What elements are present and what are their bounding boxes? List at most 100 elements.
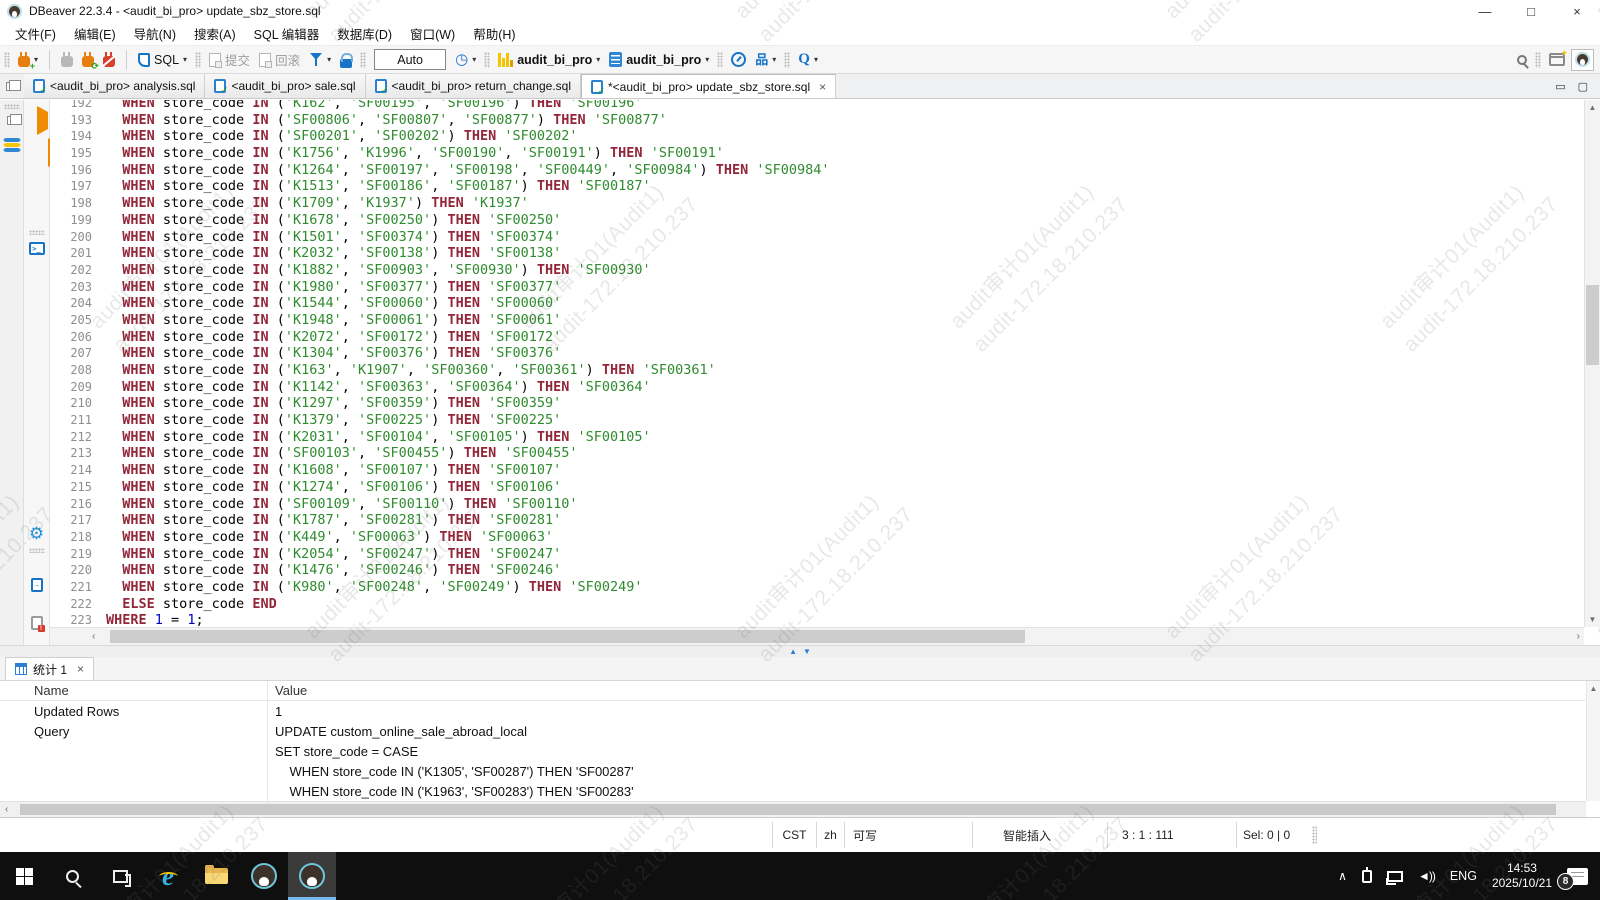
editor-horizontal-scrollbar[interactable]: ‹ › (50, 627, 1584, 645)
menu-item[interactable]: 数据库(D) (328, 21, 401, 46)
task-view-button[interactable] (96, 852, 144, 900)
line-number: 199 (50, 212, 102, 229)
disconnect-button[interactable] (100, 50, 118, 69)
quick-search-icon[interactable] (1517, 55, 1527, 65)
transaction-mode-button[interactable]: ▾ (306, 50, 334, 69)
editor-tab[interactable]: <audit_bi_pro> analysis.sql (24, 74, 205, 98)
speaker-icon[interactable]: ◄)) (1418, 869, 1435, 883)
line-number: 195 (50, 145, 102, 162)
menu-item[interactable]: 搜索(A) (185, 21, 245, 46)
search-button[interactable]: Q▾ (795, 50, 821, 69)
console-icon[interactable]: >_ (29, 242, 45, 255)
execute-statement-icon[interactable] (37, 106, 48, 135)
horizontal-scroll-thumb[interactable] (110, 630, 1025, 643)
editor-tab[interactable]: <audit_bi_pro> sale.sql (205, 74, 365, 98)
internet-explorer-button[interactable]: e (144, 852, 192, 900)
close-button[interactable]: × (1554, 0, 1600, 22)
dbeaver-perspective-button[interactable] (1571, 49, 1594, 71)
connection-selector[interactable]: audit_bi_pro▾ (495, 50, 603, 69)
menu-item[interactable]: 帮助(H) (464, 21, 524, 46)
scroll-left-icon[interactable]: ‹ (5, 802, 8, 817)
commit-button[interactable]: 提交 (206, 48, 253, 71)
usb-icon[interactable] (1362, 870, 1372, 883)
tx-history-button[interactable]: ◷▾ (452, 50, 479, 69)
dashboard-button[interactable] (728, 50, 749, 69)
line-number: 207 (50, 345, 102, 362)
restore-view-icon[interactable] (7, 116, 17, 125)
stats-scroll-thumb[interactable] (20, 804, 1556, 815)
editor-tab[interactable]: <audit_bi_pro> return_change.sql (366, 74, 581, 98)
scroll-left-icon[interactable]: ‹ (92, 628, 95, 645)
rail-grip (4, 104, 20, 109)
dbeaver-pinned-button[interactable] (240, 852, 288, 900)
sash-down-icon[interactable]: ▼ (803, 648, 811, 656)
sql-editor-button[interactable]: SQL▾ (135, 51, 190, 69)
stats-horizontal-scrollbar[interactable]: ‹ (0, 801, 1586, 817)
chevron-down-icon: ▾ (472, 56, 476, 64)
scroll-up-icon[interactable]: ▲ (1587, 684, 1600, 693)
network-icon[interactable] (1387, 871, 1403, 882)
scroll-down-icon[interactable]: ▼ (1585, 615, 1600, 624)
file-explorer-button[interactable] (192, 852, 240, 900)
sash-up-icon[interactable]: ▲ (789, 648, 797, 656)
taskbar-clock[interactable]: 14:53 2025/10/21 (1492, 861, 1552, 891)
settings-gear-icon[interactable]: ⚙ (29, 525, 44, 542)
minimize-button[interactable]: — (1462, 0, 1508, 22)
tasks-button[interactable]: 品▾ (752, 51, 779, 68)
vertical-scroll-thumb[interactable] (1586, 285, 1599, 365)
stats-cell-name (0, 781, 268, 801)
menu-item[interactable]: 窗口(W) (401, 21, 464, 46)
disconnect-gray-button[interactable] (58, 50, 76, 69)
database-navigator-icon[interactable] (3, 138, 20, 153)
tab-close-icon[interactable]: × (819, 80, 826, 94)
menu-item[interactable]: 文件(F) (6, 21, 65, 46)
panel-sash[interactable]: ▲▼ (0, 645, 1600, 657)
stats-row[interactable]: Updated Rows1 (0, 701, 1586, 721)
maximize-button[interactable]: □ (1508, 0, 1554, 22)
stats-vertical-scrollbar[interactable]: ▲ (1586, 681, 1600, 801)
commit-mode-select[interactable]: Auto (374, 49, 446, 70)
stats-row[interactable]: SET store_code = CASE (0, 741, 1586, 761)
editor-vertical-scrollbar[interactable]: ▲ ▼ (1584, 100, 1600, 627)
task-view-icon (113, 870, 128, 883)
editor-tab[interactable]: *<audit_bi_pro> update_sbz_store.sql× (581, 74, 836, 98)
scroll-right-icon[interactable]: › (1577, 628, 1580, 645)
menu-item[interactable]: 编辑(E) (65, 21, 125, 46)
stats-row[interactable]: WHEN store_code IN ('K1305', 'SF00287') … (0, 761, 1586, 781)
line-number: 200 (50, 229, 102, 246)
stats-row[interactable]: WHEN store_code IN ('K1963', 'SF00283') … (0, 781, 1586, 801)
lock-button[interactable] (337, 50, 355, 70)
line-number: 194 (50, 128, 102, 145)
language-indicator[interactable]: ENG (1450, 869, 1477, 883)
dbeaver-running-button[interactable] (288, 852, 336, 900)
code-line: WHEN store_code IN ('K1787', 'SF00281') … (102, 512, 1584, 529)
stats-row[interactable]: QueryUPDATE custom_online_sale_abroad_lo… (0, 721, 1586, 741)
menu-item[interactable]: SQL 编辑器 (245, 21, 329, 46)
code-line: WHEN store_code IN ('K980', 'SF00248', '… (102, 579, 1584, 596)
scroll-up-icon[interactable]: ▲ (1585, 103, 1600, 112)
new-connection-button[interactable]: +▾ (15, 50, 41, 69)
start-button[interactable] (0, 852, 48, 900)
sql-editor[interactable]: 1921931941951961971981992002012022032042… (50, 100, 1600, 645)
validation-doc-icon[interactable] (31, 616, 43, 630)
sql-file-icon (33, 79, 45, 93)
maximize-pane-icon[interactable]: ▢ (1578, 80, 1588, 93)
sql-file-icon (591, 80, 603, 94)
minimize-pane-icon[interactable]: ▭ (1555, 80, 1565, 93)
database-selector[interactable]: audit_bi_pro▾ (606, 50, 712, 69)
tray-expand-icon[interactable]: ∧ (1338, 869, 1347, 883)
restore-pane-icon[interactable] (6, 82, 16, 91)
code-area[interactable]: WHEN store_code IN ('K162', 'SF00195', '… (102, 100, 1584, 627)
stats-tab-close-icon[interactable]: × (77, 662, 84, 676)
open-perspective-icon[interactable] (1549, 53, 1565, 66)
dbeaver-icon (1575, 52, 1590, 67)
lock-icon (340, 59, 352, 68)
line-number: 215 (50, 479, 102, 496)
rollback-button[interactable]: 回滚 (256, 48, 303, 71)
notification-center-icon[interactable]: 8 (1567, 868, 1588, 885)
taskbar-search-button[interactable] (48, 852, 96, 900)
export-result-icon[interactable]: → (31, 578, 43, 592)
stats-tab[interactable]: 统计 1 × (5, 657, 94, 680)
reconnect-button[interactable]: ⟳ (79, 50, 97, 69)
menu-item[interactable]: 导航(N) (125, 21, 185, 46)
